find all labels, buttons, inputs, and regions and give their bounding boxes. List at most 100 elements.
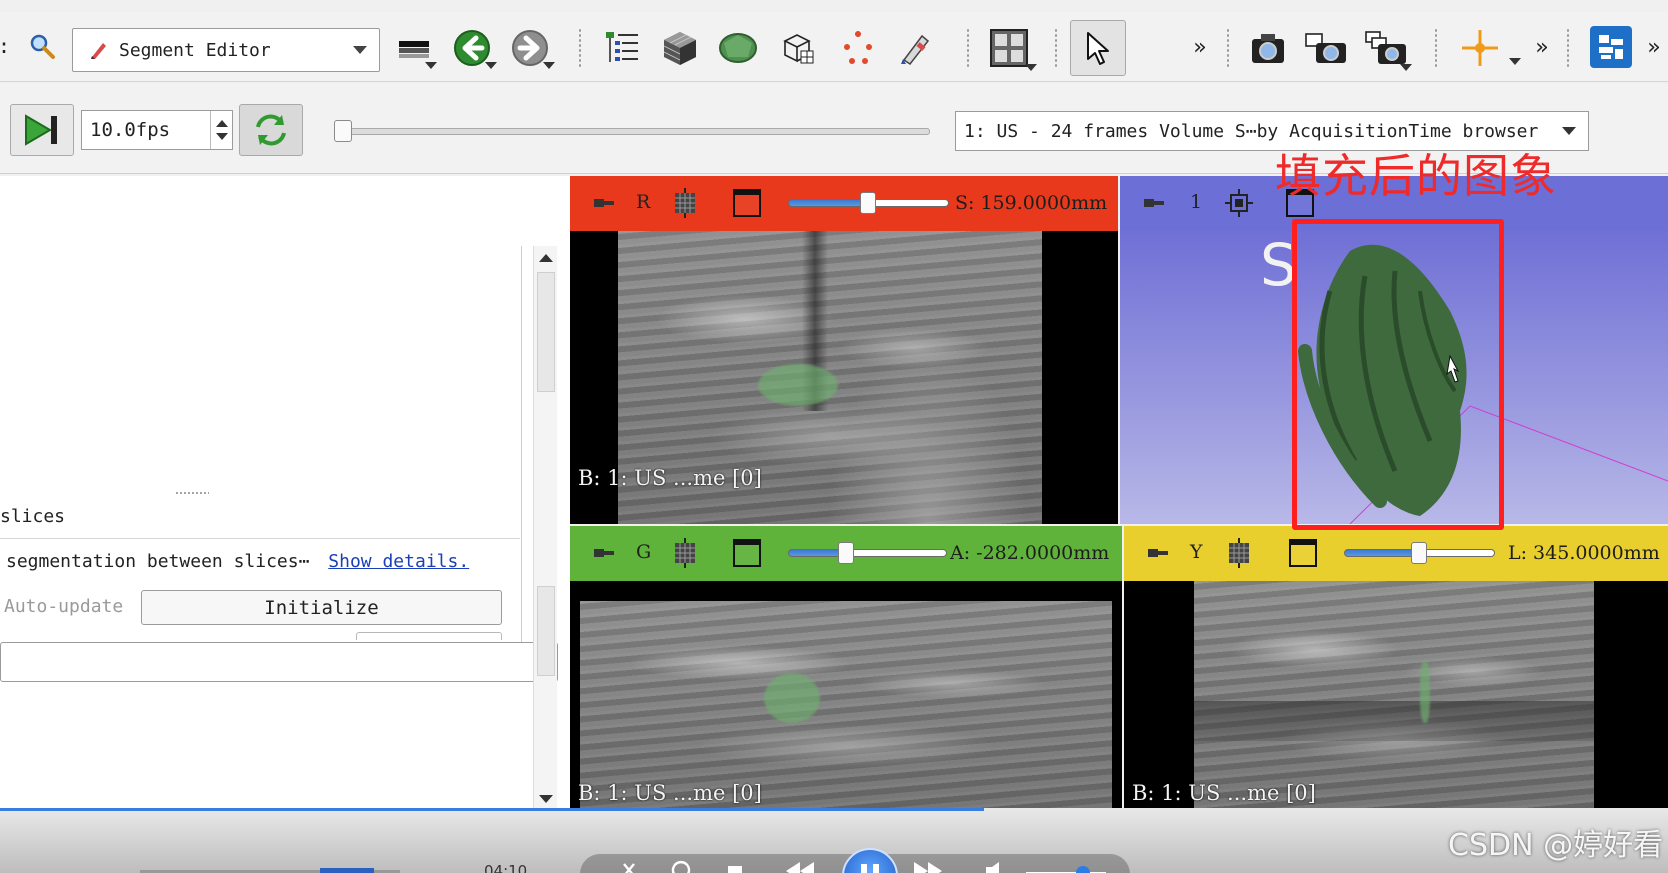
segment-editor-tool-icon[interactable] (894, 26, 938, 70)
red-slice-image[interactable]: B: 1: US ...me [0] (570, 231, 1118, 524)
chevron-up-icon[interactable] (216, 120, 228, 127)
toolbar-grip[interactable] (578, 28, 582, 68)
fps-spinbox[interactable]: 10.0fps (81, 110, 233, 150)
chevron-down-icon[interactable] (543, 62, 555, 69)
toolbar-grip[interactable] (1054, 28, 1058, 68)
module-panel: slices segmentation between slices⋯ Show… (0, 176, 570, 811)
extension-manager-icon[interactable] (1588, 24, 1634, 70)
data-tree-icon[interactable] (600, 26, 644, 70)
sequence-frame-slider-handle[interactable] (334, 120, 352, 142)
green-slice-offset-value: A: -282.0000mm (950, 542, 1110, 564)
slice-visibility-grid-icon[interactable] (670, 538, 700, 568)
chevron-down-icon (1562, 127, 1576, 135)
toolbar-grip[interactable] (1434, 28, 1438, 68)
panel-splitter-grip[interactable] (175, 491, 209, 495)
view-window-icon[interactable] (1289, 539, 1317, 567)
video-pause-button[interactable] (842, 848, 898, 873)
volume-icon[interactable] (984, 860, 1010, 873)
green-slider-track-remaining (847, 549, 947, 557)
toolbar-grip[interactable] (966, 28, 970, 68)
red-slice-slider-handle[interactable] (860, 192, 876, 214)
pin-icon[interactable] (1146, 546, 1170, 560)
chevron-down-icon[interactable] (539, 795, 553, 803)
more-tools-chevron-icon[interactable]: » (1528, 32, 1556, 62)
fast-forward-icon[interactable] (910, 860, 946, 873)
search-icon[interactable] (26, 28, 58, 64)
fps-value: 10.0fps (90, 119, 171, 141)
shuffle-icon[interactable] (620, 860, 650, 873)
center-view-icon[interactable] (1224, 188, 1254, 218)
green-slice-view[interactable]: G A: -282.0000mm B: 1: US ...me [0] (570, 526, 1122, 808)
models-icon[interactable] (716, 26, 760, 70)
chevron-down-icon[interactable] (216, 133, 228, 140)
play-to-end-button[interactable] (10, 104, 74, 156)
slice-visibility-grid-icon[interactable] (670, 188, 700, 218)
initialize-button[interactable]: Initialize (141, 590, 502, 625)
volumes-cube-icon[interactable] (658, 26, 702, 70)
chevron-down-icon[interactable] (425, 62, 437, 69)
toolbar-grip[interactable] (1226, 28, 1230, 68)
segmentation-overlay (1420, 661, 1430, 723)
screenshot-camera-icon[interactable] (1246, 26, 1290, 70)
repeat-icon[interactable] (668, 860, 698, 873)
red-view-label: R (636, 191, 651, 213)
green-view-volume-label: B: 1: US ...me [0] (578, 781, 762, 805)
play-next-icon (25, 114, 57, 146)
sequence-browser-label: 1: US - 24 frames Volume S⋯by Acquisitio… (964, 120, 1539, 142)
transforms-grid-icon[interactable] (776, 26, 820, 70)
show-details-link[interactable]: Show details. (328, 551, 469, 572)
slice-visibility-grid-icon[interactable] (1224, 538, 1254, 568)
volume-slider-handle[interactable] (1076, 866, 1090, 873)
fps-stepper[interactable] (210, 111, 232, 149)
pin-icon[interactable] (592, 546, 616, 560)
loop-toggle-button[interactable] (239, 104, 303, 156)
options-field[interactable] (0, 642, 558, 682)
view-window-icon[interactable] (733, 189, 761, 217)
chevron-down-icon[interactable] (1400, 64, 1412, 71)
video-time: 04:10 (484, 862, 528, 873)
yellow-slice-view[interactable]: Y L: 345.0000mm B: 1: US ...me [0] (1124, 526, 1668, 808)
video-progress-segment (320, 868, 374, 873)
pin-icon[interactable] (592, 196, 616, 210)
rewind-icon[interactable] (782, 860, 818, 873)
chevron-down-icon[interactable] (1025, 64, 1037, 71)
red-slice-view[interactable]: R S: 159.0000mm B: 1: US ...me [0] (570, 176, 1118, 524)
module-panel-scrollbar[interactable] (533, 246, 557, 811)
mouse-pointer-mode-button[interactable] (1070, 20, 1126, 76)
yellow-view-label: Y (1190, 541, 1203, 563)
chevron-down-icon (353, 46, 367, 54)
module-selector[interactable]: Segment Editor (72, 28, 380, 72)
green-slice-slider-handle[interactable] (838, 542, 855, 564)
toolbar-grip[interactable] (1566, 28, 1570, 68)
view-window-icon[interactable] (733, 539, 761, 567)
segmentation-overlay (764, 673, 820, 723)
yellow-slice-slider-handle[interactable] (1411, 542, 1427, 564)
scrollbar-thumb[interactable] (537, 586, 555, 676)
chevron-down-icon[interactable] (1509, 58, 1521, 65)
more-tools-chevron-icon[interactable]: » (1186, 32, 1214, 62)
markups-points-icon[interactable] (836, 26, 880, 70)
red-view-volume-label: B: 1: US ...me [0] (578, 466, 762, 490)
green-slice-offset-slider[interactable] (788, 549, 947, 557)
scrollbar-thumb[interactable] (537, 272, 555, 392)
chevron-down-icon[interactable] (485, 62, 497, 69)
more-tools-chevron-icon[interactable]: » (1640, 32, 1668, 62)
csdn-watermark: CSDN @婷好看 (1448, 828, 1664, 863)
crosshair-icon[interactable] (1458, 26, 1502, 70)
yellow-slider-track-remaining (1420, 549, 1495, 557)
scene-view-camera-icon[interactable] (1302, 26, 1350, 70)
red-slice-offset-value: S: 159.0000mm (955, 192, 1108, 214)
video-progress-bar[interactable] (0, 808, 985, 811)
chevron-up-icon[interactable] (539, 254, 553, 262)
segment-editor-icon (89, 40, 109, 60)
auto-update-checkbox[interactable]: Auto-update (4, 596, 123, 617)
effect-description-text: segmentation between slices⋯ (6, 551, 310, 572)
pin-icon[interactable] (1142, 196, 1166, 210)
pause-icon (861, 864, 879, 873)
stop-icon[interactable] (728, 866, 742, 873)
effect-description: segmentation between slices⋯ Show detail… (6, 551, 469, 572)
green-slice-image[interactable]: B: 1: US ...me [0] (570, 581, 1122, 808)
yellow-slice-image[interactable]: B: 1: US ...me [0] (1124, 581, 1668, 808)
sequence-frame-slider-track[interactable] (342, 128, 930, 135)
threed-view-label: 1 (1190, 191, 1203, 213)
